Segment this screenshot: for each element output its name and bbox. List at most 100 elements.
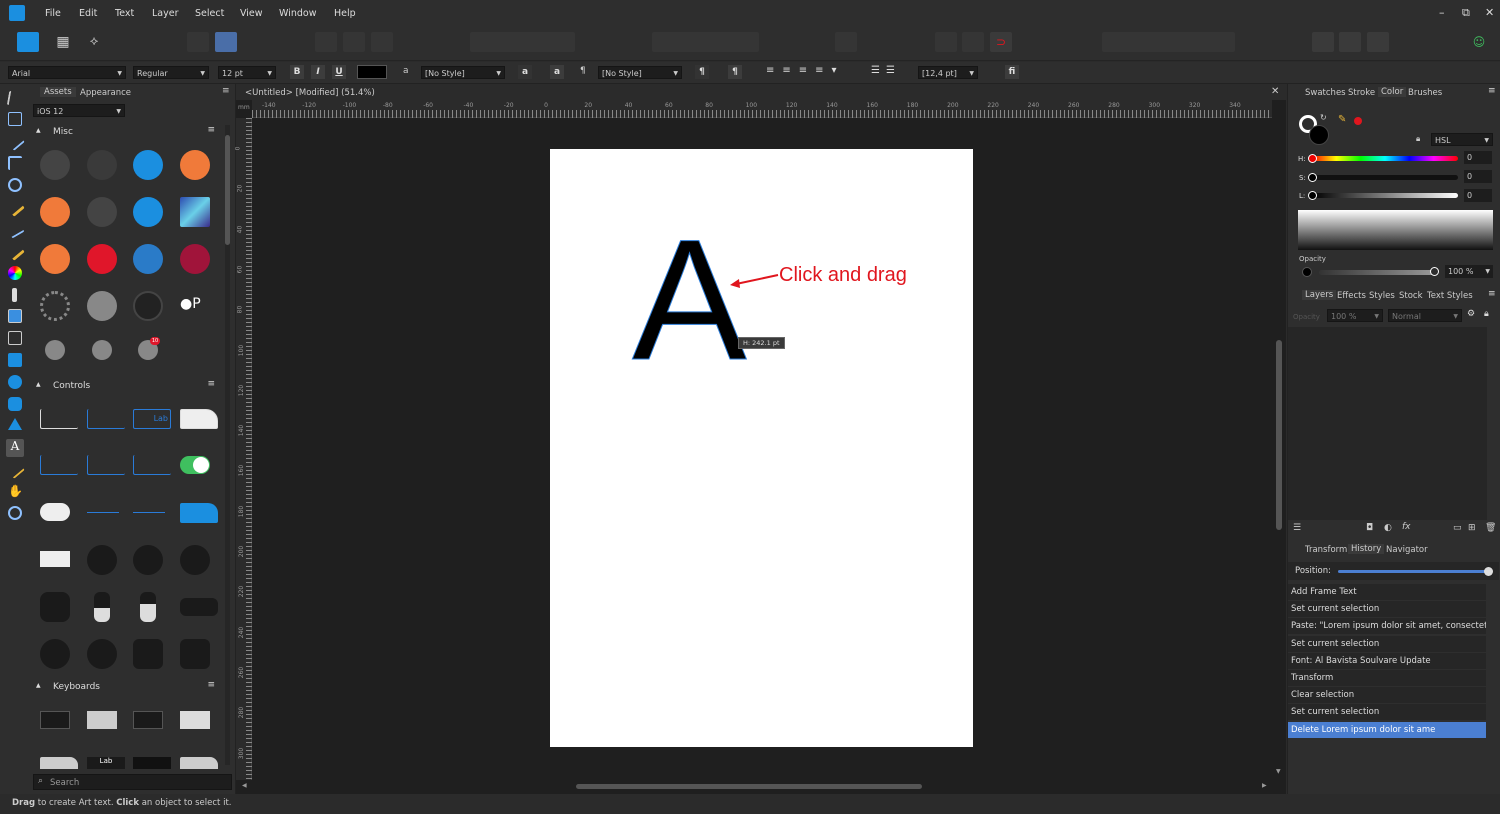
- eyedropper-icon[interactable]: ✎: [1338, 114, 1346, 125]
- saturation-knob[interactable]: [1308, 173, 1317, 182]
- restaurant-icon[interactable]: [40, 197, 70, 227]
- saturation-slider[interactable]: [1312, 175, 1458, 180]
- avatar-icon[interactable]: [87, 291, 117, 321]
- keyboard-tab-light[interactable]: [40, 757, 78, 769]
- delete-layer-icon[interactable]: 🗑︎: [1485, 523, 1496, 533]
- keyboard-tab-label[interactable]: Lab: [87, 757, 125, 769]
- tab-swatches[interactable]: Swatches: [1305, 88, 1346, 98]
- scroll-down-arrow[interactable]: ▼: [1276, 768, 1281, 775]
- reply-icon[interactable]: [133, 197, 163, 227]
- section-controls[interactable]: ▲ Controls ≡: [33, 379, 223, 395]
- lightness-slider[interactable]: [1312, 193, 1458, 198]
- control-line-2[interactable]: [133, 512, 165, 513]
- history-item[interactable]: Set current selection: [1288, 704, 1486, 721]
- document-page[interactable]: [550, 149, 973, 747]
- history-item[interactable]: Paste: "Lorem ipsum dolor sit amet, cons…: [1288, 618, 1486, 635]
- rounded-rect-tool-icon[interactable]: [8, 397, 22, 411]
- archive-icon[interactable]: [133, 244, 163, 274]
- canvas-vertical-scrollbar[interactable]: [1276, 118, 1282, 778]
- speaker-icon[interactable]: [87, 197, 117, 227]
- show-special-chars-button[interactable]: ¶: [728, 65, 742, 79]
- font-family-field[interactable]: Arial ▼: [8, 66, 126, 79]
- assets-category-select[interactable]: iOS 12 ▼: [33, 104, 125, 117]
- hue-knob[interactable]: [1308, 154, 1317, 163]
- tab-text-styles[interactable]: Text Styles: [1427, 291, 1473, 301]
- minimize-button[interactable]: –: [1439, 6, 1445, 19]
- tab-stock[interactable]: Stock: [1399, 291, 1423, 301]
- tab-color[interactable]: Color: [1378, 87, 1407, 97]
- char-style-field[interactable]: [No Style] ▼: [421, 66, 505, 79]
- spiral-tool-icon[interactable]: [8, 178, 22, 192]
- fill-color-circle[interactable]: [1309, 125, 1329, 145]
- history-item[interactable]: Delete Lorem ipsum dolor sit ame: [1288, 721, 1486, 738]
- keyboard-dark-1[interactable]: [40, 711, 70, 729]
- crop-tool-icon[interactable]: [8, 331, 22, 345]
- flashlight-icon[interactable]: [40, 592, 70, 622]
- wallpaper-thumbnail[interactable]: [180, 197, 210, 227]
- add-layer-icon[interactable]: ▭: [1453, 523, 1462, 533]
- history-item[interactable]: Clear selection: [1288, 687, 1486, 704]
- control-label-field[interactable]: Lab: [133, 409, 171, 429]
- control-field-blue-3[interactable]: [133, 455, 171, 475]
- toggle-switch-off[interactable]: [40, 503, 70, 521]
- brightness-slider[interactable]: [94, 592, 110, 622]
- assets-scrollbar[interactable]: [225, 125, 230, 765]
- para-style-field[interactable]: [No Style] ▼: [598, 66, 682, 79]
- tab-styles[interactable]: Styles: [1369, 291, 1395, 301]
- recent-color-swatch[interactable]: [1354, 117, 1362, 125]
- ellipse-tool-icon[interactable]: [8, 375, 22, 389]
- scroll-right-arrow[interactable]: ▶: [1262, 782, 1267, 789]
- tab-effects[interactable]: Effects: [1337, 291, 1366, 301]
- layers-list[interactable]: [1288, 327, 1487, 520]
- move-tool-icon[interactable]: [6, 91, 24, 105]
- control-line-1[interactable]: [87, 512, 119, 513]
- menu-help[interactable]: Help: [334, 8, 356, 19]
- user-icon[interactable]: ☺: [1468, 32, 1490, 52]
- section-keyboards[interactable]: ▲ Keyboards ≡: [33, 680, 223, 696]
- history-item[interactable]: Set current selection: [1288, 635, 1486, 652]
- camera-icon[interactable]: [87, 545, 117, 575]
- ligature-button[interactable]: fi: [1005, 65, 1019, 79]
- screen-mirroring-control[interactable]: [180, 598, 218, 616]
- layer-opacity-field[interactable]: 100 % ▼: [1327, 309, 1383, 322]
- history-item[interactable]: Set current selection: [1288, 601, 1486, 618]
- grid-snap-icon[interactable]: [935, 32, 957, 52]
- tab-assets[interactable]: Assets: [40, 87, 76, 97]
- transparency-tool-icon[interactable]: [12, 288, 17, 302]
- history-item[interactable]: Transform: [1288, 670, 1486, 686]
- connectivity-control[interactable]: [180, 639, 210, 669]
- tab-navigator[interactable]: Navigator: [1386, 545, 1428, 555]
- toggle-switch-on[interactable]: [180, 456, 210, 474]
- restore-button[interactable]: ⧉: [1462, 6, 1470, 20]
- toolbar-btn-1[interactable]: [187, 32, 209, 52]
- triangle-tool-icon[interactable]: [8, 418, 22, 430]
- contact-avatar-1[interactable]: [45, 340, 65, 360]
- fingerprint-icon[interactable]: [180, 244, 210, 274]
- toolbar-btn-6[interactable]: [835, 32, 857, 52]
- italic-button[interactable]: I: [311, 65, 325, 79]
- menu-text[interactable]: Text: [115, 8, 134, 19]
- history-position-knob[interactable]: [1484, 567, 1493, 576]
- lightness-knob[interactable]: [1308, 191, 1317, 200]
- control-textfield-white[interactable]: [40, 409, 78, 429]
- spinner-icon[interactable]: [40, 291, 70, 321]
- coffee-icon[interactable]: [180, 150, 210, 180]
- control-field-blue-2[interactable]: [87, 455, 125, 475]
- snapping-magnet-icon[interactable]: ⊃: [990, 32, 1012, 52]
- keyboard-light-1[interactable]: [87, 711, 117, 729]
- pilcrow-dim-button[interactable]: ¶: [695, 65, 709, 79]
- history-item[interactable]: Font: Al Bavista Soulvare Update: [1288, 652, 1486, 669]
- underline-button[interactable]: U: [332, 65, 346, 79]
- keyboard-dark-2[interactable]: [133, 711, 163, 729]
- toolbar-btn-2[interactable]: [215, 32, 237, 52]
- menu-view[interactable]: View: [240, 8, 263, 19]
- list-buttons[interactable]: ☰☰: [871, 65, 907, 79]
- tab-history[interactable]: History: [1348, 544, 1385, 554]
- history-position-slider[interactable]: [1338, 570, 1487, 573]
- location-icon[interactable]: [87, 150, 117, 180]
- media-player-control[interactable]: [133, 639, 163, 669]
- keyboard-tab-dark[interactable]: [133, 757, 171, 769]
- hue-slider[interactable]: [1312, 156, 1458, 161]
- list-icon[interactable]: [40, 150, 70, 180]
- toolbar-btn-5[interactable]: [371, 32, 393, 52]
